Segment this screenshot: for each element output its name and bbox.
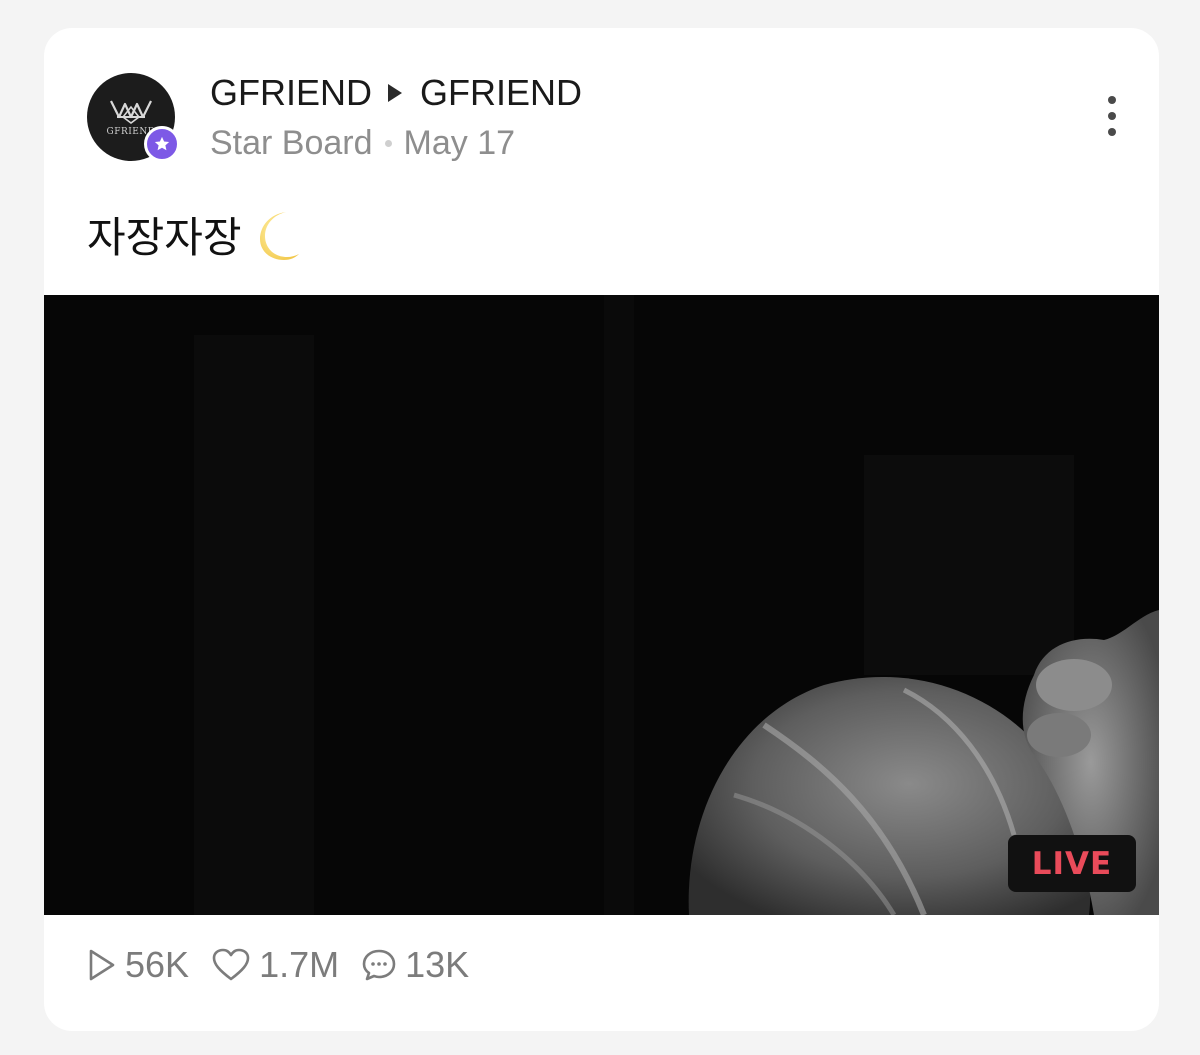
crescent-moon-icon: [259, 211, 299, 260]
author-name[interactable]: GFRIEND: [210, 72, 372, 114]
separator-dot: [384, 140, 392, 147]
post-card: GFRIEND GFRIEND GFRIEND Star Board May 1…: [44, 28, 1159, 1031]
likes-stat[interactable]: 1.7M: [211, 944, 339, 986]
more-vertical-icon[interactable]: [1100, 94, 1124, 138]
star-badge: [144, 126, 180, 162]
post-text-body: 자장자장: [87, 213, 242, 262]
video-player[interactable]: LIVE: [44, 295, 1159, 915]
post-text: 자장자장: [87, 204, 304, 265]
heart-icon[interactable]: [211, 948, 251, 982]
comments-stat[interactable]: 13K: [361, 944, 469, 986]
board-owner-name[interactable]: GFRIEND: [420, 72, 582, 114]
post-date: May 17: [403, 124, 516, 162]
star-icon: [154, 136, 170, 151]
board-name[interactable]: Star Board: [210, 124, 373, 163]
play-icon: [89, 949, 115, 981]
post-stats: 56K 1.7M 13K: [87, 944, 491, 986]
plays-count: 56K: [125, 944, 190, 985]
right-triangle-icon: [388, 84, 402, 102]
live-badge: LIVE: [1008, 835, 1136, 892]
post-meta: Star Board May 17: [210, 124, 515, 163]
video-frame: [44, 295, 1159, 915]
plays-stat: 56K: [87, 944, 189, 986]
likes-count: 1.7M: [259, 944, 340, 985]
comment-icon[interactable]: [361, 948, 397, 982]
author-line: GFRIEND GFRIEND: [210, 72, 582, 114]
comments-count: 13K: [405, 944, 470, 985]
